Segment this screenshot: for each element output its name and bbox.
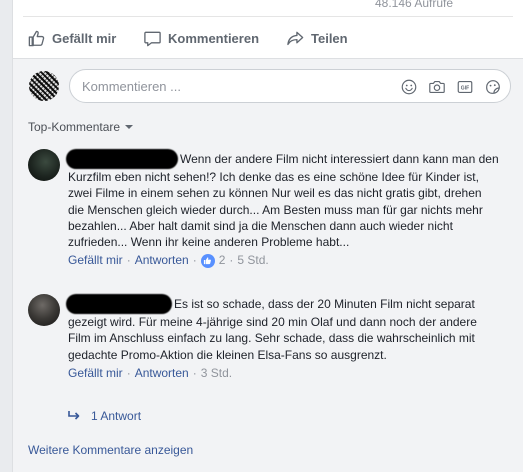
reaction-count[interactable]: 2 [219,252,226,268]
comment-sort-dropdown[interactable]: Top-Kommentare [28,120,134,134]
reply-arrow-icon [68,411,80,420]
divider [23,16,513,17]
share-button[interactable]: Teilen [286,29,348,48]
comments-section: GIF Top-Kommentare Wenn der andere Film … [13,58,523,472]
separator: · [192,365,197,380]
views-count: 48.146 Aufrufe [375,0,454,10]
separator: · [229,253,234,268]
svg-text:GIF: GIF [460,85,468,91]
comment-reply-link[interactable]: Antworten [135,365,189,381]
share-button-label: Teilen [311,31,348,46]
sticker-icon[interactable] [483,77,502,96]
like-button-label: Gefällt mir [52,31,117,46]
chevron-down-icon [125,125,134,129]
avatar[interactable] [29,71,59,101]
thumbs-up-icon [28,30,45,47]
replies-count: 1 Antwort [91,409,142,423]
comment-text-block: Wenn der andere Film nicht interessiert … [66,149,500,250]
comment-body: Es ist so schade, dass der 20 Minuten Fi… [66,294,500,381]
post-actions-bar: Gefällt mir Kommentieren Teilen [13,24,523,56]
separator: · [126,365,131,380]
avatar[interactable] [28,149,60,181]
share-arrow-icon [287,31,304,46]
comment-composer[interactable]: GIF [69,69,511,103]
post-card: 48.146 Aufrufe Gefällt mir Kommentieren … [12,0,523,472]
comment-sort-label: Top-Kommentare [28,120,121,134]
more-comments-link[interactable]: Weitere Kommentare anzeigen [28,443,193,457]
comment-meta: Gefällt mir · Antworten · 2 · 5 Std. [68,252,500,268]
thumbs-up-icon[interactable] [200,253,215,268]
comment-text-block: Es ist so schade, dass der 20 Minuten Fi… [66,294,500,363]
comment-like-link[interactable]: Gefällt mir [68,365,123,381]
camera-icon[interactable] [427,77,446,96]
comment-timestamp[interactable]: 3 Std. [201,365,232,381]
like-button[interactable]: Gefällt mir [27,29,116,48]
gif-icon[interactable]: GIF [455,77,474,96]
comment-body: Wenn der andere Film nicht interessiert … [66,149,500,269]
redacted-author-name [66,149,178,169]
separator: · [126,253,131,268]
comment-input[interactable] [70,78,370,94]
comment-reply-link[interactable]: Antworten [135,252,189,268]
speech-bubble-icon [144,31,161,47]
avatar[interactable] [28,294,60,326]
comment-button[interactable]: Kommentieren [143,29,259,48]
comment-like-link[interactable]: Gefällt mir [68,252,123,268]
emoji-icon[interactable] [399,77,418,96]
redacted-author-name [66,294,172,314]
composer-icons: GIF [399,77,502,96]
view-replies-link[interactable]: 1 Antwort [67,409,141,423]
comment-meta: Gefällt mir · Antworten · 3 Std. [68,365,500,381]
comment-timestamp[interactable]: 5 Std. [237,252,268,268]
comment-button-label: Kommentieren [168,31,260,46]
separator: · [192,253,197,268]
